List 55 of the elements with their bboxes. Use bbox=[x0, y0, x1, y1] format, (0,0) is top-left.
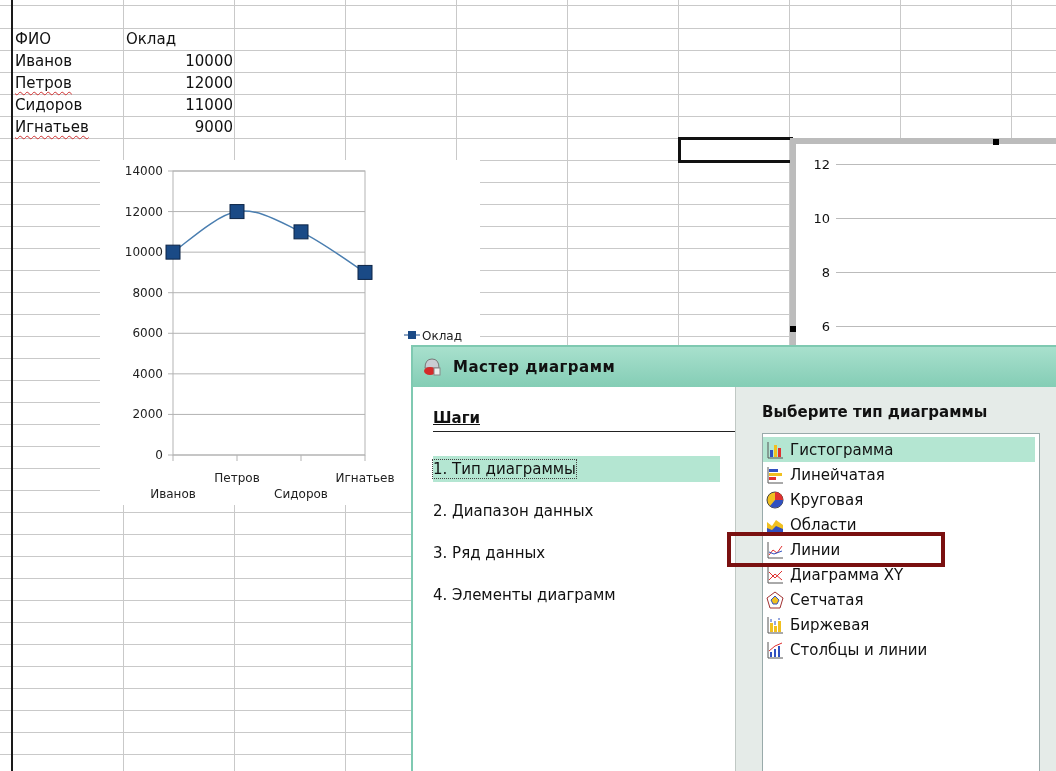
window-title: Мастер диаграмм bbox=[453, 358, 616, 376]
chart-type-item[interactable]: Круговая bbox=[763, 487, 1035, 512]
table-cell-text: Петров bbox=[14, 73, 73, 94]
axis-label: 0 bbox=[155, 448, 163, 462]
table-cell-text: 11000 bbox=[184, 95, 234, 116]
xy-chart-icon bbox=[766, 565, 784, 584]
selection-handle[interactable] bbox=[993, 139, 999, 145]
axis-label: 12000 bbox=[124, 204, 163, 219]
axis-label: 14000 bbox=[124, 164, 163, 178]
axis-label: 2000 bbox=[132, 407, 163, 422]
axis-label: Петров bbox=[214, 471, 260, 485]
column-chart-icon bbox=[766, 440, 784, 459]
app-icon bbox=[421, 356, 443, 378]
table-cell-text: Сидоров bbox=[14, 95, 84, 116]
step-item[interactable]: 1. Тип диаграммы bbox=[433, 456, 720, 482]
chart-type-item[interactable]: Области bbox=[763, 512, 1035, 537]
step-item[interactable]: 3. Ряд данных bbox=[433, 540, 720, 566]
section-heading: Выберите тип диаграммы bbox=[762, 403, 989, 421]
chart-type-item[interactable]: Линейчатая bbox=[763, 462, 1035, 487]
table-cell-text: 10000 bbox=[184, 51, 234, 72]
selection-handle[interactable] bbox=[790, 326, 796, 332]
axis-label: 6000 bbox=[132, 326, 163, 341]
axis-label: Иванов bbox=[150, 487, 196, 501]
chart-type-item[interactable]: Сетчатая bbox=[763, 587, 1035, 612]
chart-type-item[interactable]: Линии bbox=[763, 537, 1035, 562]
stock-chart-icon bbox=[766, 615, 784, 634]
axis-label: Сидоров bbox=[274, 487, 328, 501]
axis-label: 4000 bbox=[132, 366, 163, 381]
legend-marker bbox=[403, 331, 421, 339]
step-item[interactable]: 4. Элементы диаграмм bbox=[433, 582, 720, 608]
bar-chart-icon bbox=[766, 465, 784, 484]
table-cell-text: Игнатьев bbox=[14, 117, 90, 138]
columnline-chart-icon bbox=[766, 640, 784, 659]
table-cell-text: 12000 bbox=[184, 73, 234, 94]
section-heading: Шаги bbox=[433, 409, 735, 432]
column-header: ФИО bbox=[14, 29, 52, 50]
axis-label: 10 bbox=[812, 210, 831, 226]
axis-label: 8 bbox=[820, 264, 831, 280]
axis-label: 12 bbox=[812, 156, 831, 172]
axis-label: 6 bbox=[820, 318, 831, 334]
chart-type-item[interactable]: Биржевая bbox=[763, 612, 1035, 637]
axis-label: Игнатьев bbox=[335, 471, 395, 485]
axis-label: 8000 bbox=[132, 285, 163, 300]
step-item[interactable]: 2. Диапазон данных bbox=[433, 498, 720, 524]
line-chart-icon bbox=[766, 540, 784, 559]
axis-label: 10000 bbox=[124, 245, 163, 260]
chart-type-item[interactable]: Гистограмма bbox=[763, 437, 1035, 462]
chart-type-item[interactable]: Столбцы и линии bbox=[763, 637, 1035, 662]
pie-chart-icon bbox=[766, 490, 784, 509]
legend-label: Оклад bbox=[422, 329, 462, 343]
net-chart-icon bbox=[766, 590, 784, 609]
column-header: Оклад bbox=[125, 29, 178, 50]
table-cell-text: Иванов bbox=[14, 51, 74, 72]
table-cell-text: 9000 bbox=[193, 117, 234, 138]
chart-type-item[interactable]: Диаграмма XY bbox=[763, 562, 1035, 587]
